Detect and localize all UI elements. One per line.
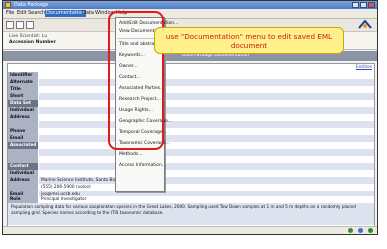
row-value: the Great Lakes <box>39 86 374 93</box>
close-button[interactable] <box>368 2 375 8</box>
status-network-icon <box>358 228 363 233</box>
row-value: Marine Science Institute, Santa Barbara,… <box>39 177 374 184</box>
doc-row <box>8 156 374 163</box>
title-bar: Data Package <box>3 1 377 9</box>
kepler-logo-icon <box>358 20 372 29</box>
row-value <box>39 121 374 128</box>
row-label <box>8 156 38 163</box>
row-label: Alternate Identifier <box>8 79 38 92</box>
row-value <box>39 100 374 107</box>
doc-row <box>8 149 374 156</box>
row-label: Individual <box>8 170 38 177</box>
menu-data[interactable]: Data <box>81 10 95 17</box>
row-label: Phone <box>8 128 38 135</box>
row-value: Principal Investigator <box>39 196 374 203</box>
doc-row: Individual <box>8 107 374 114</box>
save-package-icon[interactable] <box>26 21 34 29</box>
row-label: Short Name <box>8 93 38 106</box>
row-label: Associated Party <box>8 142 38 155</box>
row-value <box>39 142 374 149</box>
entities-link[interactable]: Entities <box>356 65 372 70</box>
row-value <box>39 72 374 79</box>
row-value <box>39 128 374 135</box>
doc-row: Titlethe Great Lakes <box>8 86 374 93</box>
row-label: Contact <box>8 163 38 170</box>
doc-row: Individual <box>8 170 374 177</box>
menu-file[interactable]: File <box>5 10 15 17</box>
menu-item-access-information[interactable]: Access Information... <box>116 162 166 169</box>
documentation-panel: Entities Identifier Alternate Identifier… <box>7 63 375 227</box>
menu-documentation[interactable]: Documentation <box>45 10 86 17</box>
menu-edit[interactable]: Edit <box>16 10 28 17</box>
status-bar <box>3 226 377 234</box>
row-value: (555) 206-5900 (voice) <box>39 184 374 191</box>
doc-row: Address Marine Science Institute, Santa B… <box>8 177 374 184</box>
row-label: Title <box>8 86 38 93</box>
abstract-text: Population sampling data for various zoo… <box>8 203 374 225</box>
row-value <box>39 93 374 100</box>
row-label <box>8 149 38 156</box>
row-label: Address <box>8 114 38 121</box>
row-label: Identifier <box>8 72 38 79</box>
maximize-button[interactable] <box>360 2 367 8</box>
doc-row: Short Name <box>8 93 374 106</box>
row-label: Individual <box>8 107 38 114</box>
doc-row: Phone <box>8 128 374 135</box>
doc-row: Identifier <box>8 72 374 79</box>
row-value <box>39 163 374 170</box>
row-value <box>39 114 374 121</box>
annotation-callout: use "Documentation" menu to edit saved E… <box>154 27 344 54</box>
row-label <box>8 184 38 191</box>
row-label: Role <box>8 196 38 203</box>
new-package-icon[interactable] <box>6 21 14 29</box>
scientist-label: Live Scientist: Lu <box>9 34 48 39</box>
minimize-button[interactable] <box>352 2 359 8</box>
doc-row: Role Principal Investigator <box>8 196 374 203</box>
doc-row: Data Set Owner <box>8 100 374 113</box>
row-label: Data Set Owner <box>8 100 38 113</box>
row-value <box>39 156 374 163</box>
menu-item-methods[interactable]: Methods... <box>116 151 164 158</box>
app-icon <box>5 2 11 8</box>
doc-row <box>8 121 374 128</box>
status-ok-icon <box>348 228 353 233</box>
row-label: Address <box>8 177 38 184</box>
doc-row: Address <box>8 114 374 121</box>
menu-bar: File Edit Search Documentation Data Wind… <box>3 9 377 19</box>
doc-row: Associated Party <box>8 142 374 155</box>
doc-row: Email Address <box>8 135 374 148</box>
row-value <box>39 107 374 114</box>
doc-row: Alternate Identifier <box>8 79 374 92</box>
row-value <box>39 149 374 156</box>
status-sync-icon <box>368 228 373 233</box>
doc-row: (555) 206-5900 (voice) <box>8 184 374 191</box>
row-label: Email Address <box>8 135 38 148</box>
menu-search[interactable]: Search <box>27 10 46 17</box>
row-value <box>39 170 374 177</box>
row-value <box>39 135 374 142</box>
row-value <box>39 79 374 86</box>
row-label <box>8 121 38 128</box>
window-title: Data Package <box>14 2 49 8</box>
open-package-icon[interactable] <box>16 21 24 29</box>
doc-row: Contact <box>8 163 374 170</box>
accession-label: Accession Number <box>9 40 56 45</box>
